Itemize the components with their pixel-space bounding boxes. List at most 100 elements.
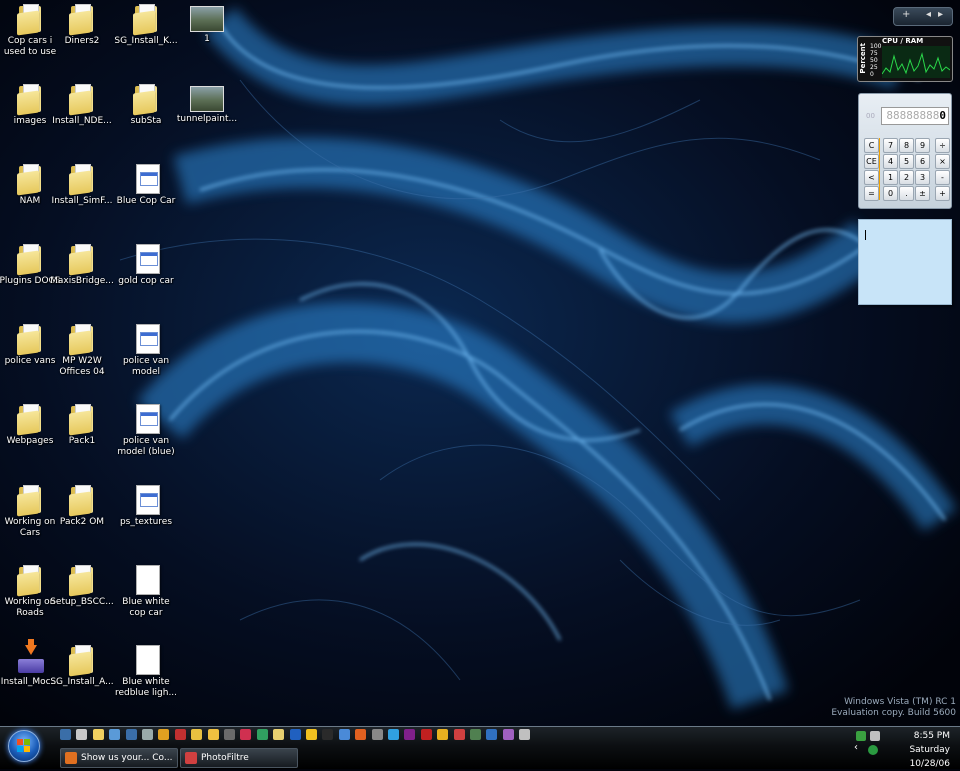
desktop-icon-label: Blue white redblue ligh... bbox=[114, 677, 178, 698]
quick-launch-icon[interactable] bbox=[273, 729, 285, 740]
calculator-key[interactable]: 1 bbox=[883, 170, 898, 185]
desktop-icon[interactable]: Install_NDE... bbox=[50, 80, 114, 127]
desktop-icon[interactable]: SG_Install_K... bbox=[114, 0, 178, 47]
desktop-icon[interactable]: Install_SimF... bbox=[50, 160, 114, 207]
folder-icon bbox=[67, 645, 97, 677]
taskbar-button-browser[interactable]: Show us your... Co... bbox=[60, 748, 178, 768]
document-icon bbox=[131, 244, 161, 274]
desktop-icon-label: gold cop car bbox=[118, 276, 174, 286]
quick-launch-icon[interactable] bbox=[289, 729, 301, 740]
calculator-key[interactable]: - bbox=[935, 170, 950, 185]
previous-page-button[interactable]: ◂ bbox=[926, 9, 931, 20]
desktop-icon[interactable]: SG_Install_A... bbox=[50, 641, 114, 688]
quick-launch-icon[interactable] bbox=[191, 729, 203, 740]
volume-icon[interactable] bbox=[870, 731, 880, 741]
calculator-key[interactable]: × bbox=[935, 154, 950, 169]
desktop-icon[interactable]: 1 bbox=[175, 0, 239, 45]
folder-icon bbox=[67, 164, 97, 196]
calculator-key[interactable]: C bbox=[864, 138, 879, 153]
cpu-gadget-scale: 100 75 50 25 0 bbox=[870, 43, 881, 78]
calculator-key[interactable]: 6 bbox=[915, 154, 930, 169]
calculator-key[interactable]: < bbox=[864, 170, 879, 185]
quick-launch-icon[interactable] bbox=[371, 729, 383, 740]
quick-launch-icon[interactable] bbox=[76, 729, 88, 740]
start-button[interactable] bbox=[8, 730, 40, 762]
folder-icon bbox=[67, 84, 97, 116]
quick-launch-icon[interactable] bbox=[142, 729, 153, 740]
calculator-key[interactable]: 0 bbox=[883, 186, 898, 201]
quick-launch-icon[interactable] bbox=[174, 729, 186, 740]
desktop-icon-label: tunnelpaint... bbox=[176, 114, 238, 124]
quick-launch-icon[interactable] bbox=[60, 729, 71, 740]
desktop-icon[interactable]: MP W2W Offices 04 bbox=[50, 320, 114, 378]
desktop-icon[interactable]: gold cop car bbox=[114, 240, 178, 287]
system-clock[interactable]: 8:55 PM Saturday 10/28/06 bbox=[909, 729, 950, 771]
desktop-icon[interactable]: Diners2 bbox=[50, 0, 114, 47]
show-hidden-icons-chevron-icon[interactable]: ‹ bbox=[854, 742, 858, 753]
quick-launch-icon[interactable] bbox=[502, 729, 514, 740]
quick-launch-icon[interactable] bbox=[256, 729, 268, 740]
desktop-icon-label: subSta bbox=[130, 116, 162, 126]
calculator-key[interactable]: 5 bbox=[899, 154, 914, 169]
calculator-gadget[interactable]: 00 888888880 C 7 8 9 ÷ CE 4 5 6 × <1 2 3- = 0. ± + bbox=[858, 93, 952, 209]
taskbar-button-photofiltre[interactable]: PhotoFiltre bbox=[180, 748, 298, 768]
desktop-icon[interactable]: MaxisBridge... bbox=[50, 240, 114, 287]
desktop-icon[interactable]: Setup_BSCC... bbox=[50, 561, 114, 608]
image-thumbnail-icon bbox=[190, 6, 224, 32]
quick-launch-icon[interactable] bbox=[125, 729, 137, 740]
notes-gadget[interactable] bbox=[858, 219, 952, 305]
calculator-key[interactable]: 9 bbox=[915, 138, 930, 153]
desktop-icon[interactable]: Pack1 bbox=[50, 400, 114, 447]
desktop-icon-label: SG_Install_A... bbox=[50, 677, 114, 687]
quick-launch-icon[interactable] bbox=[240, 729, 252, 740]
calculator-key[interactable]: 7 bbox=[883, 138, 898, 153]
calculator-key[interactable]: . bbox=[899, 186, 914, 201]
quick-launch-icon[interactable] bbox=[158, 729, 170, 740]
quick-launch-icon[interactable] bbox=[388, 729, 399, 740]
quick-launch-icon[interactable] bbox=[486, 729, 498, 740]
folder-icon bbox=[131, 84, 161, 116]
quick-launch-icon[interactable] bbox=[470, 729, 481, 740]
quick-launch-icon[interactable] bbox=[92, 729, 104, 740]
calculator-key[interactable]: = bbox=[864, 186, 879, 201]
quick-launch-icon[interactable] bbox=[224, 729, 235, 740]
cpu-ram-gadget[interactable]: CPU / RAM Percent 100 75 50 25 0 bbox=[857, 36, 953, 82]
security-center-icon[interactable] bbox=[868, 745, 878, 755]
quick-launch-icon[interactable] bbox=[453, 729, 465, 740]
calculator-key[interactable]: 8 bbox=[899, 138, 914, 153]
quick-launch-icon[interactable] bbox=[420, 729, 432, 740]
desktop-icon[interactable]: Blue Cop Car bbox=[114, 160, 178, 207]
desktop-icon[interactable]: Blue white redblue ligh... bbox=[114, 641, 178, 699]
calculator-key[interactable]: 4 bbox=[883, 154, 898, 169]
next-page-button[interactable]: ▸ bbox=[938, 9, 943, 20]
add-gadget-button[interactable]: + bbox=[902, 9, 910, 20]
calculator-key[interactable]: ÷ bbox=[935, 138, 950, 153]
desktop-icon[interactable]: police van model (blue) bbox=[114, 400, 178, 458]
cpu-gadget-title: CPU / RAM bbox=[882, 37, 924, 45]
network-icon[interactable] bbox=[856, 731, 866, 741]
folder-icon bbox=[15, 84, 45, 116]
calculator-key[interactable]: ± bbox=[915, 186, 930, 201]
quick-launch-icon[interactable] bbox=[338, 729, 350, 740]
quick-launch-icon[interactable] bbox=[437, 729, 449, 740]
calculator-key[interactable]: CE bbox=[864, 154, 879, 169]
calculator-key[interactable]: 2 bbox=[899, 170, 914, 185]
calculator-key[interactable]: 3 bbox=[915, 170, 930, 185]
quick-launch-icon[interactable] bbox=[404, 729, 416, 740]
quick-launch-icon[interactable] bbox=[322, 729, 334, 740]
desktop-icon[interactable]: tunnelpaint... bbox=[175, 80, 239, 125]
desktop-icon-label: Blue white cop car bbox=[122, 597, 170, 618]
quick-launch-icon[interactable] bbox=[109, 729, 121, 740]
quick-launch-icon[interactable] bbox=[355, 729, 367, 740]
desktop-icon[interactable]: subSta bbox=[114, 80, 178, 127]
desktop-icon[interactable]: ps_textures bbox=[114, 481, 178, 528]
desktop-icon[interactable]: Pack2 OM bbox=[50, 481, 114, 528]
task-label: Show us your... Co... bbox=[81, 753, 173, 763]
quick-launch-icon[interactable] bbox=[306, 729, 317, 740]
folder-icon bbox=[67, 324, 97, 356]
quick-launch-icon[interactable] bbox=[207, 729, 219, 740]
desktop-icon[interactable]: police van model bbox=[114, 320, 178, 378]
desktop-icon[interactable]: Blue white cop car bbox=[114, 561, 178, 619]
calculator-key[interactable]: + bbox=[935, 186, 950, 201]
quick-launch-icon[interactable] bbox=[519, 729, 531, 740]
